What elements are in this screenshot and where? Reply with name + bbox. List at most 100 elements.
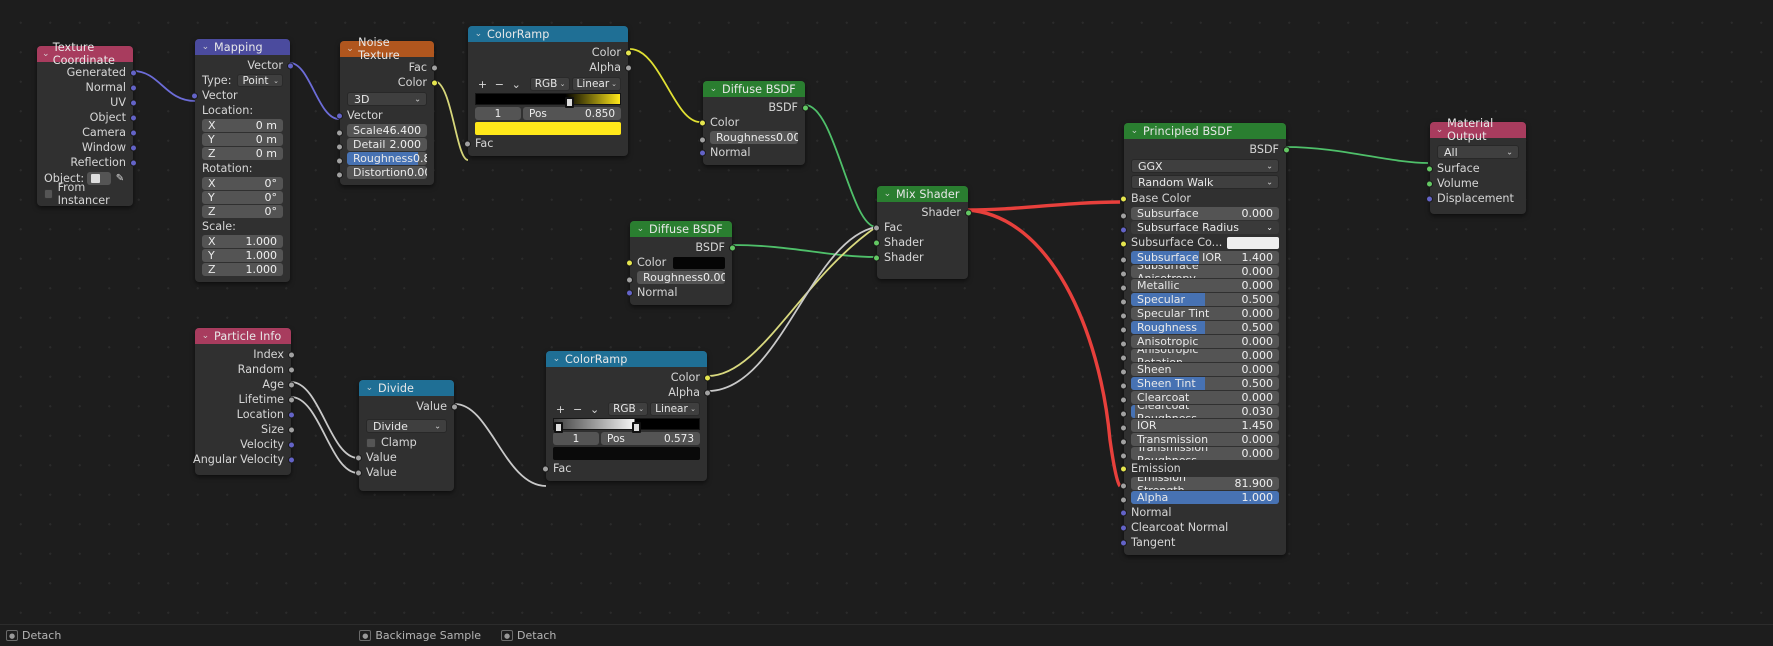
socket-value-out[interactable] <box>451 403 458 410</box>
stop-color-swatch[interactable] <box>475 122 621 135</box>
rotation-z-field[interactable]: Z 0° <box>202 205 283 218</box>
principled-row[interactable]: Clearcoat Normal <box>1120 520 1286 535</box>
principled-row[interactable]: Clearcoat Roughness 0.030 <box>1120 405 1286 418</box>
stop-pos-field[interactable]: Pos 0.573 <box>601 432 700 445</box>
socket-generated[interactable] <box>130 69 137 76</box>
socket-location[interactable] <box>288 411 295 418</box>
distortion-field[interactable]: Distortion0.000 <box>347 166 427 179</box>
input-socket-row[interactable]: Shader <box>873 250 968 265</box>
field-specular-tint[interactable]: Specular Tint 0.000 <box>1131 307 1279 320</box>
field-subsurface-anisotropy[interactable]: Subsurface Anisotropy 0.000 <box>1131 265 1279 278</box>
stop-index-field[interactable]: 1 <box>553 432 599 445</box>
param-scale-row[interactable]: Scale 46.400 <box>336 124 434 137</box>
output-socket-row[interactable]: BSDF <box>1124 142 1290 157</box>
status-item[interactable]: ● Detach <box>501 629 556 642</box>
socket-roughness[interactable] <box>1120 326 1127 334</box>
output-socket-row[interactable]: Vector <box>195 58 294 73</box>
subsurface-color-swatch[interactable] <box>1227 236 1279 249</box>
input-socket-row[interactable]: Value <box>355 465 454 480</box>
socket-camera[interactable] <box>130 129 137 136</box>
node-header-mix-shader[interactable]: ⌄ Mix Shader <box>877 186 968 202</box>
socket-shader-out[interactable] <box>965 209 972 216</box>
collapse-chevron-icon[interactable]: ⌄ <box>1129 126 1140 137</box>
socket-reflection[interactable] <box>130 159 137 166</box>
socket-metallic[interactable] <box>1120 284 1127 292</box>
node-header-particle-info[interactable]: ⌄ Particle Info <box>195 328 291 344</box>
location-z-field[interactable]: Z0 m <box>202 147 283 160</box>
socket-normal[interactable] <box>130 84 137 91</box>
field-ior[interactable]: IOR 1.450 <box>1131 419 1279 432</box>
collapse-chevron-icon[interactable]: ⌄ <box>473 29 484 40</box>
clamp-row[interactable]: Clamp <box>359 435 454 450</box>
socket-roughness-in[interactable] <box>699 136 706 144</box>
node-diffuse-bsdf-mid[interactable]: ⌄ Diffuse BSDF BSDF Color Roughness0.000… <box>626 221 736 305</box>
socket-color-in[interactable] <box>626 259 633 266</box>
principled-row[interactable]: Subsurface IOR 1.400 <box>1120 251 1286 264</box>
node-mapping[interactable]: ⌄ Mapping Vector Type: Point ⌄ Vector Lo… <box>191 39 294 282</box>
socket-vector-in[interactable] <box>191 92 198 99</box>
rotation-x-field[interactable]: X 0° <box>202 177 283 190</box>
socket-subsurface[interactable] <box>1120 212 1127 220</box>
output-socket-row[interactable]: BSDF <box>630 240 736 255</box>
stop-index-pos-row[interactable]: 1 Pos 0.573 <box>553 432 700 445</box>
node-header-material-output[interactable]: ⌄ Material Output <box>1430 117 1526 143</box>
input-socket-row[interactable]: Displacement <box>1426 191 1526 206</box>
collapse-chevron-icon[interactable]: ⌄ <box>635 224 646 235</box>
socket-sheen-tint[interactable] <box>1120 382 1127 390</box>
status-item[interactable]: ● Detach <box>6 629 61 642</box>
remove-stop-button[interactable]: − <box>570 402 585 416</box>
roughness-row[interactable]: Roughness0.000 <box>699 131 805 144</box>
principled-row[interactable]: Specular 0.500 <box>1120 293 1286 306</box>
output-socket-row[interactable]: UV <box>37 95 137 110</box>
principled-row[interactable]: Subsurface Radius ⌄ <box>1120 221 1286 234</box>
socket-color-out[interactable] <box>704 374 711 381</box>
output-socket-row[interactable]: Index <box>195 347 295 362</box>
status-item[interactable]: ● Backimage Sample <box>359 629 481 642</box>
type-row[interactable]: Type: Point ⌄ <box>195 73 290 88</box>
socket-ior[interactable] <box>1120 424 1127 432</box>
node-mix-shader[interactable]: ⌄ Mix Shader Shader Fac Shader Shader <box>873 186 972 279</box>
socket-anisotropic-rotation[interactable] <box>1120 354 1127 362</box>
interpolation-dropdown[interactable]: Linear ⌄ <box>571 77 621 91</box>
output-socket-row[interactable]: Age <box>195 377 295 392</box>
distribution-dropdown[interactable]: GGX ⌄ <box>1131 159 1279 173</box>
socket-clearcoat-roughness[interactable] <box>1120 410 1127 418</box>
node-particle-info[interactable]: ⌄ Particle Info Index Random Age Lifetim… <box>193 328 295 475</box>
from-instancer-row[interactable]: From Instancer <box>37 181 133 207</box>
collapse-chevron-icon[interactable]: ⌄ <box>708 84 719 95</box>
output-socket-row[interactable]: Window <box>37 140 137 155</box>
param-detail-row[interactable]: Detail 2.000 <box>336 138 434 151</box>
socket-value-in-1[interactable] <box>355 454 362 461</box>
color-mode-dropdown[interactable]: RGB ⌄ <box>608 402 649 416</box>
node-header-principled-bsdf[interactable]: ⌄ Principled BSDF <box>1124 123 1286 139</box>
principled-row[interactable]: Transmission 0.000 <box>1120 433 1286 446</box>
node-diffuse-bsdf-top[interactable]: ⌄ Diffuse BSDF BSDF Color Roughness0.000… <box>699 81 809 165</box>
from-instancer-checkbox[interactable] <box>44 188 53 199</box>
field-alpha[interactable]: Alpha 1.000 <box>1131 491 1279 504</box>
socket-scale[interactable] <box>336 129 343 137</box>
collapse-chevron-icon[interactable]: ⌄ <box>200 42 211 53</box>
principled-row[interactable]: Metallic 0.000 <box>1120 279 1286 292</box>
field-sheen-tint[interactable]: Sheen Tint 0.500 <box>1131 377 1279 390</box>
output-socket-row[interactable]: Color <box>546 370 711 385</box>
principled-row[interactable]: Subsurface Anisotropy 0.000 <box>1120 265 1286 278</box>
output-socket-row[interactable]: Alpha <box>546 385 711 400</box>
output-socket-row[interactable]: Generated <box>37 65 137 80</box>
socket-random[interactable] <box>288 366 295 373</box>
input-socket-row[interactable]: Volume <box>1426 176 1526 191</box>
socket-displacement[interactable] <box>1426 195 1433 202</box>
scale-x-field[interactable]: X 1.000 <box>202 235 283 248</box>
color-mode-dropdown[interactable]: RGB ⌄ <box>529 77 570 91</box>
socket-distortion[interactable] <box>336 171 343 179</box>
principled-row[interactable]: Subsurface Co... <box>1120 235 1286 250</box>
socket-fac-in[interactable] <box>542 465 549 472</box>
socket-color[interactable] <box>431 79 438 86</box>
field-clearcoat[interactable]: Clearcoat 0.000 <box>1131 391 1279 404</box>
vector-field[interactable]: Subsurface Radius ⌄ <box>1131 221 1279 234</box>
collapse-chevron-icon[interactable]: ⌄ <box>345 44 355 55</box>
interpolation-dropdown[interactable]: Linear ⌄ <box>650 402 700 416</box>
node-material-output[interactable]: ⌄ Material Output All ⌄ Surface Volume D… <box>1426 117 1526 214</box>
socket-color-in[interactable] <box>699 119 706 126</box>
collapse-chevron-icon[interactable]: ⌄ <box>42 49 50 60</box>
field-metallic[interactable]: Metallic 0.000 <box>1131 279 1279 292</box>
